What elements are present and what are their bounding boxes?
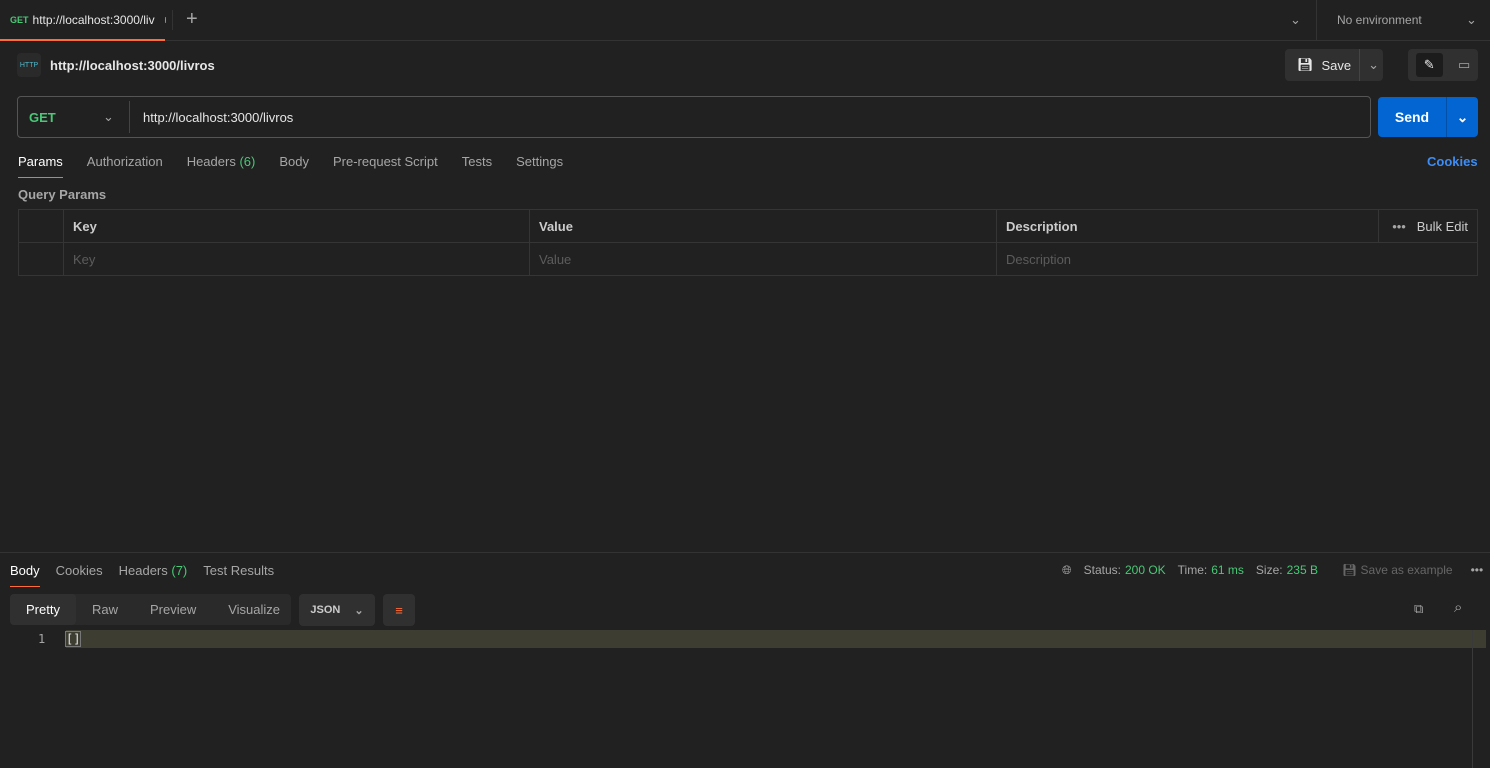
more-options-icon[interactable]: ••• [1471, 563, 1484, 578]
request-tab[interactable]: GET http://localhost:3000/liv [0, 0, 165, 41]
query-params-table: Key Value Description ••• Bulk Edit Key … [18, 209, 1478, 276]
tab-response-headers[interactable]: Headers (7) [119, 563, 188, 587]
tab-response-cookies[interactable]: Cookies [56, 563, 103, 587]
code-line: [] [64, 631, 82, 647]
tab-bar: GET http://localhost:3000/liv + ⌄ No env… [0, 0, 1490, 41]
new-tab-button[interactable]: + [186, 8, 198, 31]
side-actions: ✎ ▭ [1408, 49, 1478, 81]
tab-response-body[interactable]: Body [10, 563, 40, 587]
search-icon[interactable]: ⌕ [1454, 599, 1462, 616]
tab-title: http://localhost:3000/liv [32, 12, 155, 27]
wrap-lines-icon[interactable]: ≡ [383, 594, 415, 626]
more-icon: ••• [1392, 218, 1406, 234]
environment-chevron-icon[interactable]: ⌄ [1466, 12, 1477, 28]
header-key: Key [63, 209, 530, 243]
response-meta: 🌐︎ Status: 200 OK Time: 61 ms Size: 235 B 💾… [1062, 563, 1484, 578]
copy-icon[interactable]: ⧉ [1414, 601, 1423, 617]
tab-headers[interactable]: Headers (6) [187, 154, 256, 178]
save-chevron-icon[interactable]: ⌄ [1359, 49, 1387, 81]
method-chevron-icon[interactable]: ⌄ [103, 109, 129, 125]
url-input[interactable]: http://localhost:3000/livros [143, 110, 293, 125]
view-pretty[interactable]: Pretty [10, 594, 76, 625]
line-number: 1 [38, 632, 46, 646]
method-select[interactable]: GET [29, 110, 103, 125]
cookies-link[interactable]: Cookies [1427, 154, 1478, 169]
tab-tests[interactable]: Tests [462, 154, 492, 178]
tab-authorization[interactable]: Authorization [87, 154, 163, 178]
view-visualize[interactable]: Visualize [212, 602, 296, 617]
edit-pencil-icon[interactable]: ✎ [1415, 53, 1443, 77]
value-input[interactable]: Value [529, 242, 997, 276]
request-name[interactable]: http://localhost:3000/livros [50, 58, 215, 73]
send-button[interactable]: Send ⌄ [1378, 97, 1478, 137]
save-button[interactable]: 💾︎ Save ⌄ [1285, 49, 1383, 81]
size: 235 B [1286, 563, 1318, 577]
response-tabs: Body Cookies Headers (7) Test Results [10, 563, 274, 587]
table-row: Key Value Description [18, 242, 1478, 276]
view-raw[interactable]: Raw [76, 602, 134, 617]
header-description: Description [996, 209, 1379, 243]
tab-test-results[interactable]: Test Results [203, 563, 274, 587]
key-input[interactable]: Key [63, 242, 530, 276]
status: 200 OK [1124, 563, 1166, 577]
request-tabs: Params Authorization Headers (6) Body Pr… [18, 154, 563, 178]
send-chevron-icon[interactable]: ⌄ [1446, 97, 1478, 137]
comments-icon[interactable]: ▭ [1458, 57, 1470, 73]
bulk-edit-button[interactable]: Bulk Edit [1417, 219, 1468, 234]
save-as-example-button[interactable]: 💾︎ Save as example [1342, 563, 1453, 578]
tab-body[interactable]: Body [279, 154, 309, 178]
format-select[interactable]: JSON ⌄ [299, 594, 375, 626]
code-editor[interactable]: 1 [] [0, 630, 1486, 648]
tab-params[interactable]: Params [18, 154, 63, 178]
tab-settings[interactable]: Settings [516, 154, 563, 178]
description-input[interactable]: Description [996, 242, 1478, 276]
view-mode-group: Pretty Raw Preview Visualize [10, 594, 291, 625]
save-icon: 💾︎ [1297, 57, 1314, 72]
environment-select[interactable]: No environment [1337, 13, 1422, 27]
header-value: Value [529, 209, 997, 243]
scrollbar[interactable] [1472, 630, 1473, 768]
url-bar: GET ⌄ http://localhost:3000/livros [17, 96, 1371, 138]
tab-method: GET [10, 14, 29, 25]
http-icon: HTTP [17, 53, 41, 77]
tabs-dropdown-icon[interactable]: ⌄ [1290, 12, 1301, 28]
time: 61 ms [1211, 563, 1244, 577]
globe-icon: 🌐︎ [1062, 563, 1072, 577]
tab-pre-request-script[interactable]: Pre-request Script [333, 154, 438, 178]
view-preview[interactable]: Preview [134, 602, 212, 617]
query-params-title: Query Params [18, 187, 107, 202]
